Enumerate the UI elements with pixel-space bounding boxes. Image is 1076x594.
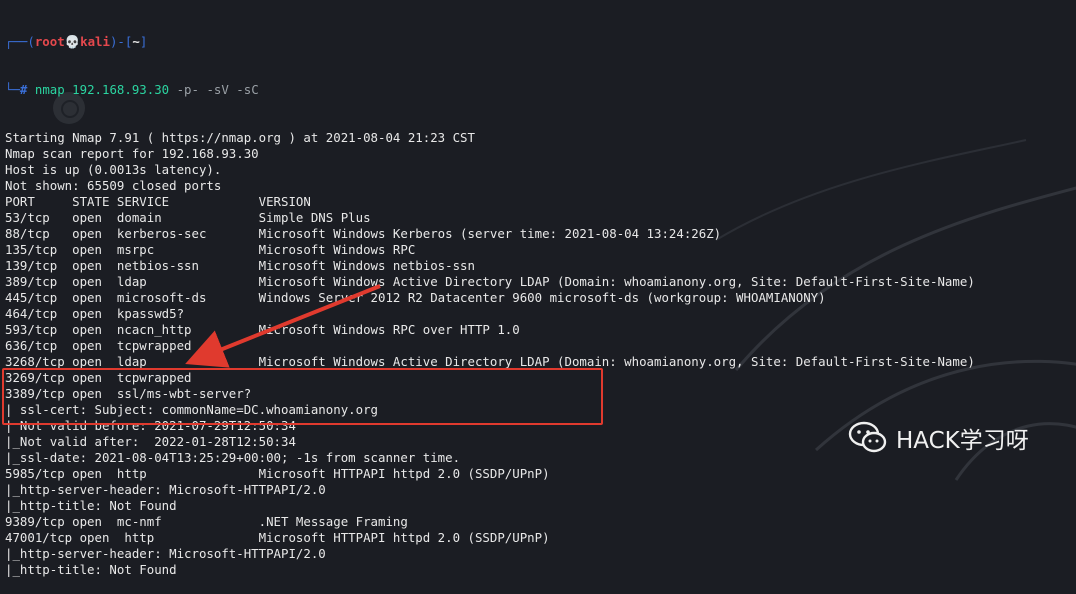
output-line: Not shown: 65509 closed ports	[5, 178, 222, 193]
wechat-icon	[848, 421, 887, 453]
output-line: |_http-server-header: Microsoft-HTTPAPI/…	[5, 546, 326, 561]
prompt-prefix: ┌──(	[5, 34, 35, 49]
output-line: 47001/tcp open http Microsoft HTTPAPI ht…	[5, 530, 550, 545]
output-line: PORT STATE SERVICE VERSION	[5, 194, 311, 209]
terminal-output[interactable]: ┌──(root💀kali)-[~] └─# nmap 192.168.93.3…	[5, 2, 1076, 594]
prompt-line-top: ┌──(root💀kali)-[~]	[5, 34, 1076, 50]
highlight-box-5985	[2, 368, 603, 425]
output-line: |_http-title: Not Found	[5, 562, 177, 577]
output-line: 53/tcp open domain Simple DNS Plus	[5, 210, 371, 225]
prompt-corner: └─	[5, 82, 20, 97]
output-line: |_http-title: Not Found	[5, 498, 177, 513]
watermark: HACK学习呀	[848, 420, 1029, 456]
output-line: 464/tcp open kpasswd5?	[5, 306, 185, 321]
command-flags: -p- -sV -sC	[169, 82, 259, 97]
output-line: 135/tcp open msrpc Microsoft Windows RPC	[5, 242, 416, 257]
command-text: nmap 192.168.93.30	[34, 82, 170, 97]
prompt-user-host: root💀kali	[34, 34, 110, 49]
output-line: |_http-server-header: Microsoft-HTTPAPI/…	[5, 482, 326, 497]
output-line: Starting Nmap 7.91 ( https://nmap.org ) …	[5, 130, 475, 145]
prompt-hash: #	[19, 82, 28, 97]
prompt-path: ~	[132, 34, 140, 49]
output-line: 9389/tcp open mc-nmf .NET Message Framin…	[5, 514, 408, 529]
output-line: 5985/tcp open http Microsoft HTTPAPI htt…	[5, 466, 550, 481]
output-line: Host is up (0.0013s latency).	[5, 162, 222, 177]
output-line: 88/tcp open kerberos-sec Microsoft Windo…	[5, 226, 722, 241]
output-line: 593/tcp open ncacn_http Microsoft Window…	[5, 322, 520, 337]
prompt-separator-close: ]	[139, 34, 148, 49]
prompt-line-command: └─# nmap 192.168.93.30 -p- -sV -sC	[5, 82, 1076, 98]
output-line: 139/tcp open netbios-ssn Microsoft Windo…	[5, 258, 475, 273]
scan-output: Starting Nmap 7.91 ( https://nmap.org ) …	[5, 130, 1076, 578]
output-line: Nmap scan report for 192.168.93.30	[5, 146, 259, 161]
output-line: 389/tcp open ldap Microsoft Windows Acti…	[5, 274, 975, 289]
output-line: 636/tcp open tcpwrapped	[5, 338, 192, 353]
prompt-separator: )-[	[109, 34, 133, 49]
output-line: 445/tcp open microsoft-ds Windows Server…	[5, 290, 826, 305]
watermark-text: HACK学习呀	[896, 428, 1029, 454]
